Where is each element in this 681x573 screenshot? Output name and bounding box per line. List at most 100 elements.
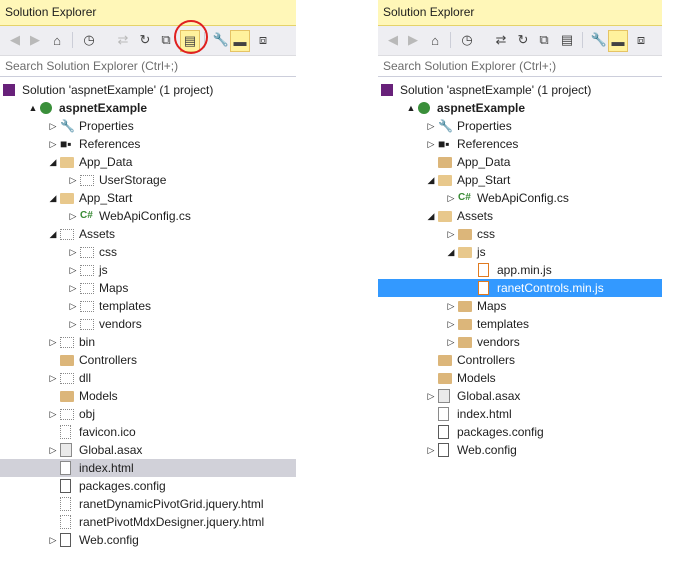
- tree-item[interactable]: ◢ App_Data: [0, 153, 296, 171]
- tree-item[interactable]: ▷ bin: [0, 333, 296, 351]
- expander-icon[interactable]: ▷: [426, 441, 436, 459]
- class-view-icon[interactable]: ⧈: [632, 30, 650, 50]
- tree-item[interactable]: index.html: [0, 459, 296, 477]
- tree-item[interactable]: packages.config: [378, 423, 662, 441]
- collapse-all-icon[interactable]: ⧉: [535, 30, 553, 50]
- expander-icon[interactable]: ▲: [406, 99, 416, 117]
- expander-icon[interactable]: ▲: [28, 99, 38, 117]
- tree-item[interactable]: ▷ 🔧 Properties: [0, 117, 296, 135]
- tree-item[interactable]: packages.config: [0, 477, 296, 495]
- tree-item[interactable]: App_Data: [378, 153, 662, 171]
- expander-icon[interactable]: ▷: [48, 441, 58, 459]
- pending-changes-icon[interactable]: ◷: [458, 30, 476, 50]
- tree-item[interactable]: Models: [0, 387, 296, 405]
- preview-icon[interactable]: ▬: [230, 30, 250, 52]
- expander-icon[interactable]: ▷: [446, 297, 456, 315]
- expander-icon[interactable]: ▷: [48, 531, 58, 549]
- tree-item[interactable]: ▷ ■▪ References: [378, 135, 662, 153]
- back-icon[interactable]: ◀: [384, 30, 402, 50]
- expander-icon[interactable]: ▷: [68, 315, 78, 333]
- tree-item[interactable]: ▷ Web.config: [378, 441, 662, 459]
- tree-item[interactable]: Models: [378, 369, 662, 387]
- home-icon[interactable]: ⌂: [48, 30, 66, 50]
- tree-item[interactable]: ▷ js: [0, 261, 296, 279]
- search-input[interactable]: Search Solution Explorer (Ctrl+;): [0, 56, 296, 77]
- expander-icon[interactable]: ▷: [446, 315, 456, 333]
- forward-icon[interactable]: ▶: [26, 30, 44, 50]
- tree-item[interactable]: ◢ Assets: [378, 207, 662, 225]
- expander-icon[interactable]: ▷: [446, 333, 456, 351]
- expander-icon[interactable]: ▷: [48, 333, 58, 351]
- properties-icon[interactable]: 🔧: [590, 30, 608, 50]
- expander-icon[interactable]: ◢: [426, 171, 436, 189]
- tree-item[interactable]: ranetDynamicPivotGrid.jquery.html: [0, 495, 296, 513]
- refresh-icon[interactable]: ↻: [136, 30, 154, 50]
- tree-item[interactable]: ◢ App_Start: [378, 171, 662, 189]
- expander-icon[interactable]: ▷: [446, 189, 456, 207]
- tree-item[interactable]: Solution 'aspnetExample' (1 project): [378, 81, 662, 99]
- expander-icon[interactable]: ▷: [446, 225, 456, 243]
- show-all-files-icon[interactable]: ▤: [558, 30, 576, 50]
- expander-icon[interactable]: ▷: [68, 297, 78, 315]
- tree-item[interactable]: app.min.js: [378, 261, 662, 279]
- tree-item[interactable]: ranetPivotMdxDesigner.jquery.html: [0, 513, 296, 531]
- expander-icon[interactable]: ▷: [48, 405, 58, 423]
- expander-icon[interactable]: ▷: [68, 261, 78, 279]
- tree-item[interactable]: ranetControls.min.js: [378, 279, 662, 297]
- tree-item[interactable]: ▷ ■▪ References: [0, 135, 296, 153]
- expander-icon[interactable]: ▷: [48, 117, 58, 135]
- expander-icon[interactable]: ▷: [68, 171, 78, 189]
- refresh-icon[interactable]: ↻: [514, 30, 532, 50]
- home-icon[interactable]: ⌂: [426, 30, 444, 50]
- tree-item[interactable]: ▷ Global.asax: [0, 441, 296, 459]
- forward-icon[interactable]: ▶: [404, 30, 422, 50]
- expander-icon[interactable]: ▷: [48, 135, 58, 153]
- tree-item[interactable]: ◢ js: [378, 243, 662, 261]
- tree-item[interactable]: ▷ C# WebApiConfig.cs: [378, 189, 662, 207]
- tree-item[interactable]: ◢ App_Start: [0, 189, 296, 207]
- tree-item[interactable]: ▷ obj: [0, 405, 296, 423]
- sync-icon[interactable]: ⇄: [114, 30, 132, 50]
- sync-icon[interactable]: ⇄: [492, 30, 510, 50]
- tree-item[interactable]: ▷ Maps: [0, 279, 296, 297]
- tree-item[interactable]: ▷ Maps: [378, 297, 662, 315]
- tree-item[interactable]: ▷ vendors: [0, 315, 296, 333]
- tree-item[interactable]: ◢ Assets: [0, 225, 296, 243]
- preview-icon[interactable]: ▬: [608, 30, 628, 52]
- expander-icon[interactable]: ▷: [426, 117, 436, 135]
- tree-item[interactable]: Solution 'aspnetExample' (1 project): [0, 81, 296, 99]
- expander-icon[interactable]: ▷: [426, 135, 436, 153]
- expander-icon[interactable]: ◢: [48, 225, 58, 243]
- collapse-all-icon[interactable]: ⧉: [157, 30, 175, 50]
- back-icon[interactable]: ◀: [6, 30, 24, 50]
- expander-icon[interactable]: ◢: [48, 153, 58, 171]
- class-view-icon[interactable]: ⧈: [254, 30, 272, 50]
- tree-item[interactable]: ▲ aspnetExample: [0, 99, 296, 117]
- tree-item[interactable]: ▷ css: [378, 225, 662, 243]
- expander-icon[interactable]: ▷: [48, 369, 58, 387]
- tree-item[interactable]: ▷ vendors: [378, 333, 662, 351]
- expander-icon[interactable]: ◢: [426, 207, 436, 225]
- tree-item[interactable]: ▷ dll: [0, 369, 296, 387]
- tree-item[interactable]: ▷ UserStorage: [0, 171, 296, 189]
- tree-item[interactable]: ▷ Global.asax: [378, 387, 662, 405]
- tree-item[interactable]: ▷ templates: [0, 297, 296, 315]
- expander-icon[interactable]: ▷: [426, 387, 436, 405]
- search-input[interactable]: Search Solution Explorer (Ctrl+;): [378, 56, 662, 77]
- tree-item[interactable]: ▲ aspnetExample: [378, 99, 662, 117]
- tree-item[interactable]: ▷ templates: [378, 315, 662, 333]
- tree-item[interactable]: favicon.ico: [0, 423, 296, 441]
- tree-item[interactable]: ▷ C# WebApiConfig.cs: [0, 207, 296, 225]
- properties-icon[interactable]: 🔧: [212, 30, 230, 50]
- tree-item[interactable]: ▷ Web.config: [0, 531, 296, 549]
- expander-icon[interactable]: ▷: [68, 207, 78, 225]
- expander-icon[interactable]: ◢: [446, 243, 456, 261]
- tree-item[interactable]: ▷ css: [0, 243, 296, 261]
- expander-icon[interactable]: ▷: [68, 279, 78, 297]
- tree-item[interactable]: ▷ 🔧 Properties: [378, 117, 662, 135]
- expander-icon[interactable]: ◢: [48, 189, 58, 207]
- tree-item[interactable]: index.html: [378, 405, 662, 423]
- tree-item[interactable]: Controllers: [378, 351, 662, 369]
- tree-item[interactable]: Controllers: [0, 351, 296, 369]
- expander-icon[interactable]: ▷: [68, 243, 78, 261]
